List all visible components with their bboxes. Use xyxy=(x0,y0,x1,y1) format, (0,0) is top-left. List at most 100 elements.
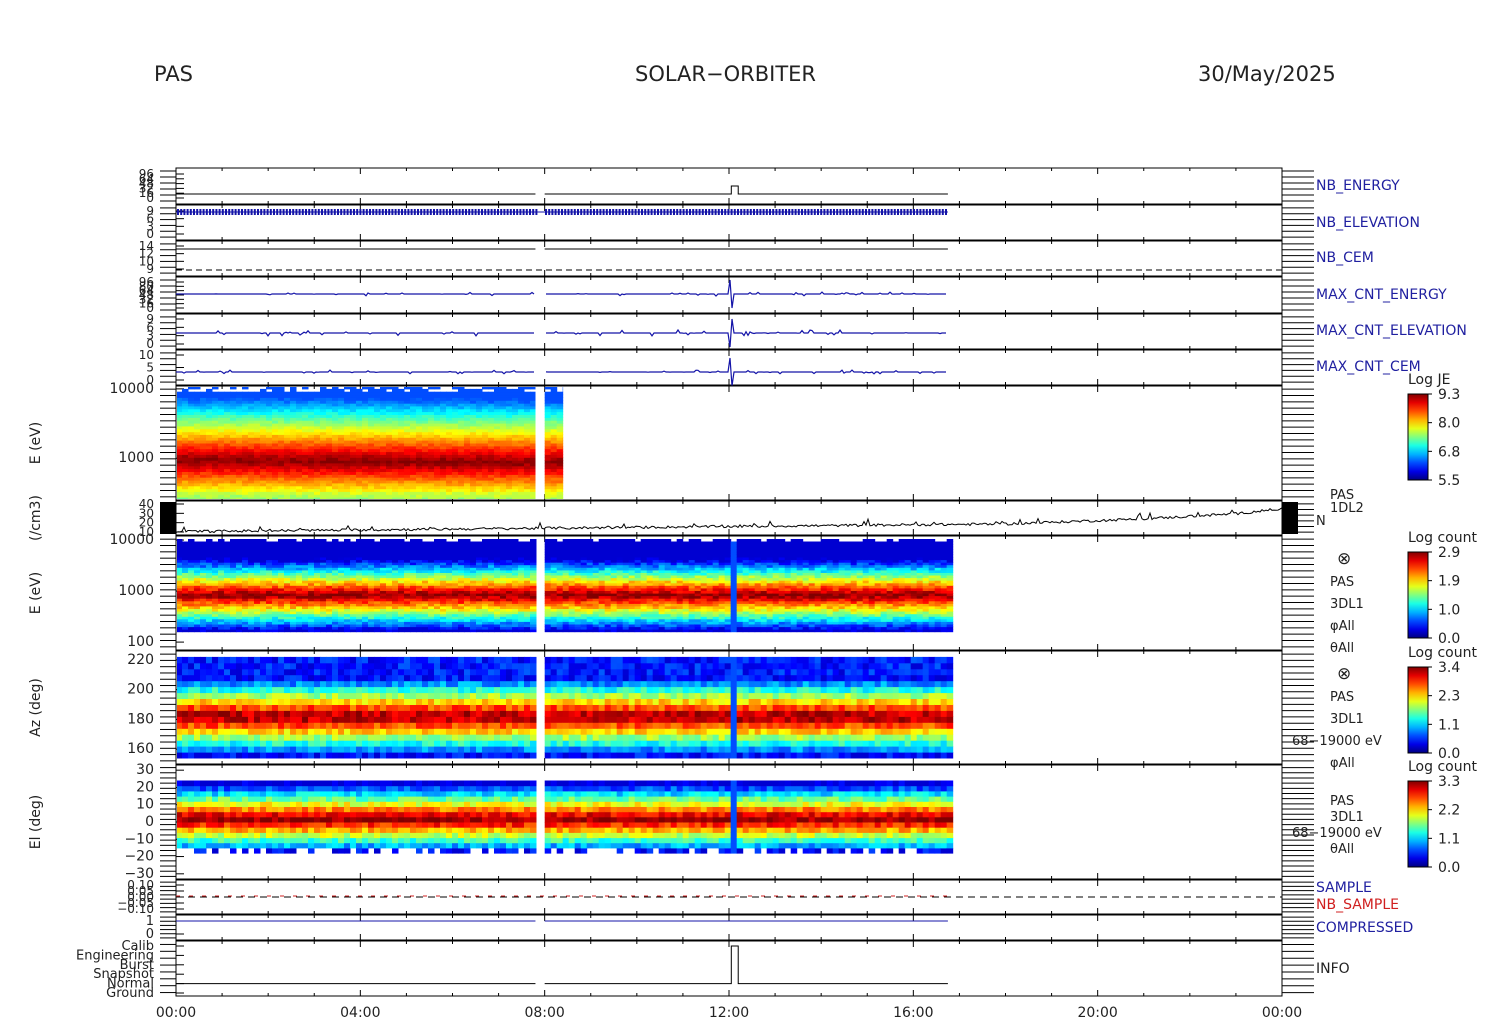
pas_1dl2_spectrogram-cell xyxy=(398,485,405,490)
pas_1dl2_spectrogram-cell xyxy=(224,428,231,433)
pas_1dl2_spectrogram-cell xyxy=(398,457,405,461)
pas_1dl2_spectrogram-cell xyxy=(464,428,471,433)
pas_1dl2_spectrogram-cell xyxy=(398,468,405,472)
pas_1dl2_spectrogram-cell xyxy=(410,414,417,418)
pas_1dl2_spectrogram-cell xyxy=(254,411,261,415)
pas_1dl2_spectrogram-cell xyxy=(422,491,429,495)
pas_1dl2_spectrogram-cell xyxy=(350,387,357,390)
pas_1dl2_spectrogram-cell xyxy=(494,477,501,481)
pas_1dl2_spectrogram-cell xyxy=(410,400,417,404)
pas_1dl2_spectrogram-cell xyxy=(518,468,525,472)
pas_1dl2_spectrogram-cell xyxy=(470,482,477,487)
pas_1dl2_spectrogram-cell xyxy=(458,477,465,481)
pas_1dl2_spectrogram-cell xyxy=(488,387,495,390)
pas_1dl2_spectrogram-cell xyxy=(284,391,291,396)
pas_1dl2_spectrogram-cell xyxy=(182,397,189,401)
pas_1dl2_spectrogram-cell xyxy=(182,443,189,447)
pas_1dl2_spectrogram-cell xyxy=(194,397,201,401)
pas_1dl2_spectrogram-cell xyxy=(278,414,285,418)
pas_1dl2_spectrogram-cell xyxy=(254,440,261,444)
pas_1dl2_spectrogram-cell xyxy=(446,420,453,424)
pas_1dl2_spectrogram-cell xyxy=(302,397,309,401)
pas_1dl2_spectrogram-cell xyxy=(446,482,453,487)
pas_1dl2_spectrogram-cell xyxy=(380,400,387,404)
pas_1dl2_spectrogram-cell xyxy=(470,443,477,447)
pas_1dl2_spectrogram-cell xyxy=(488,485,495,490)
pas_1dl2_spectrogram-cell xyxy=(380,440,387,444)
pas_1dl2_spectrogram-cell xyxy=(470,411,477,415)
pas_1dl2_spectrogram-cell xyxy=(488,477,495,481)
pas_1dl2_spectrogram-cell xyxy=(482,477,489,481)
pas_1dl2_spectrogram-cell xyxy=(556,457,564,461)
pas_1dl2_spectrogram-cell xyxy=(518,443,525,447)
pas_1dl2_spectrogram-cell xyxy=(284,428,291,433)
pas_1dl2_spectrogram-cell xyxy=(404,448,411,453)
pas_1dl2_spectrogram-cell xyxy=(422,477,429,481)
pas_1dl2_spectrogram-cell xyxy=(556,414,564,418)
pas_1dl2_spectrogram-cell xyxy=(446,400,453,404)
pas_1dl2_spectrogram-cell xyxy=(200,462,207,467)
pas_1dl2_spectrogram-cell xyxy=(544,477,552,481)
pas_1dl2_spectrogram-cell xyxy=(404,454,411,458)
pas_1dl2_spectrogram-cell xyxy=(416,443,423,447)
pas_1dl2_spectrogram-cell xyxy=(326,491,333,495)
pas_1dl2_spectrogram-cell xyxy=(326,405,333,410)
pas_1dl2_spectrogram-cell xyxy=(302,443,309,447)
pas_1dl2_spectrogram-cell xyxy=(362,391,369,396)
pas_1dl2_spectrogram-cell xyxy=(194,440,201,444)
pas_1dl2_spectrogram-cell xyxy=(374,448,381,453)
pas_1dl2_spectrogram-cell xyxy=(338,397,345,401)
pas_1dl2_spectrogram-cell xyxy=(326,454,333,458)
pas_1dl2_spectrogram-cell xyxy=(392,471,399,475)
pas_1dl2_spectrogram-cell xyxy=(236,428,243,433)
pas_1dl2_spectrogram-cell xyxy=(344,448,351,453)
pas_1dl2_spectrogram-cell xyxy=(434,448,441,453)
pas_1dl2_spectrogram-cell xyxy=(464,411,471,415)
pas_1dl2_spectrogram-cell xyxy=(314,428,321,433)
pas_1dl2_spectrogram-cell xyxy=(410,405,417,410)
pas_1dl2_spectrogram-cell xyxy=(230,462,237,467)
pas_1dl2_spectrogram-cell xyxy=(374,391,381,396)
pas_1dl2_spectrogram-cell xyxy=(248,491,255,495)
pas_1dl2_spectrogram-cell xyxy=(530,485,536,490)
pas_1dl2_spectrogram-cell xyxy=(254,405,261,410)
pas_1dl2_spectrogram-cell xyxy=(284,468,291,472)
pas_1dl2_spectrogram-cell xyxy=(440,400,447,404)
pas_1dl2_spectrogram-cell xyxy=(476,420,483,424)
pas_1dl2_spectrogram-cell xyxy=(518,397,525,401)
pas_1dl2_spectrogram-cell xyxy=(470,425,477,430)
pas_1dl2_spectrogram-cell xyxy=(326,448,333,453)
pas_1dl2_spectrogram-cell xyxy=(392,491,399,495)
pas_1dl2_spectrogram-cell xyxy=(177,485,183,490)
pas_1dl2_spectrogram-cell xyxy=(290,391,297,396)
pas_1dl2_spectrogram-cell xyxy=(494,440,501,444)
pas_1dl2_spectrogram-cell xyxy=(284,457,291,461)
pas_1dl2_spectrogram-cell xyxy=(398,448,405,453)
pas_1dl2_spectrogram-cell xyxy=(278,477,285,481)
pas_1dl2_spectrogram-cell xyxy=(452,457,459,461)
pas_1dl2_spectrogram-cell xyxy=(308,440,315,444)
pas_1dl2_spectrogram-cell xyxy=(266,443,273,447)
pas_1dl2_spectrogram-cell xyxy=(254,454,261,458)
pas_1dl2_spectrogram-cell xyxy=(428,454,435,458)
pas_1dl2_spectrogram-cell xyxy=(476,482,483,487)
pas_1dl2_spectrogram-cell xyxy=(242,448,249,453)
pas_1dl2_spectrogram-cell xyxy=(512,411,519,415)
pas_1dl2_spectrogram-cell xyxy=(320,440,327,444)
pas_1dl2_spectrogram-cell xyxy=(308,448,315,453)
pas_1dl2_spectrogram-cell xyxy=(380,457,387,461)
pas_1dl2_spectrogram-cell xyxy=(494,387,501,390)
pas_1dl2_spectrogram-cell xyxy=(500,414,507,418)
pas_1dl2_spectrogram-cell xyxy=(248,405,255,410)
pas_1dl2_spectrogram-cell xyxy=(344,457,351,461)
pas_1dl2_spectrogram-cell xyxy=(212,440,219,444)
pas_1dl2_spectrogram-cell xyxy=(512,457,519,461)
pas_1dl2_spectrogram-cell xyxy=(524,425,531,430)
pas_1dl2_spectrogram-cell xyxy=(482,391,489,396)
pas_1dl2_spectrogram-cell xyxy=(248,397,255,401)
pas_1dl2_spectrogram-cell xyxy=(350,428,357,433)
pas_1dl2_spectrogram-cell xyxy=(550,443,558,447)
pas_1dl2_spectrogram-cell xyxy=(248,454,255,458)
pas_1dl2_spectrogram-cell xyxy=(434,443,441,447)
pas_1dl2_spectrogram-cell xyxy=(230,448,237,453)
